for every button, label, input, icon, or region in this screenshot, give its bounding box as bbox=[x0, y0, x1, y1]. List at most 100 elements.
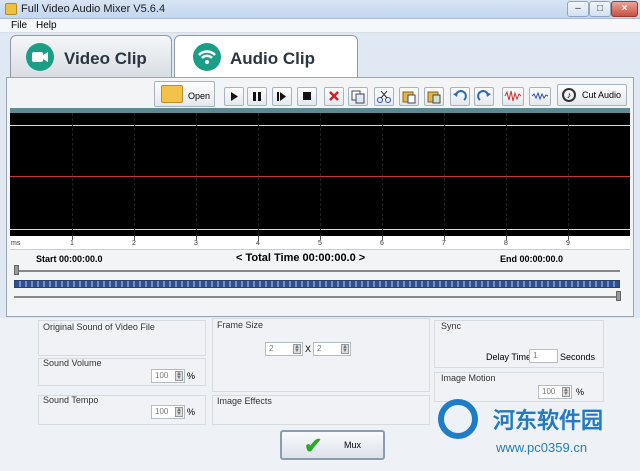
menu-file[interactable]: File bbox=[11, 20, 27, 31]
sound-tempo-title: Sound Tempo bbox=[43, 395, 99, 405]
start-slider-thumb[interactable] bbox=[14, 265, 19, 275]
paste-special-icon bbox=[427, 91, 441, 104]
paste-button[interactable] bbox=[399, 87, 419, 106]
step-button[interactable] bbox=[272, 87, 292, 106]
mux-label: Mux bbox=[344, 440, 362, 450]
tab-video-clip[interactable]: Video Clip bbox=[10, 35, 172, 77]
undo-button[interactable] bbox=[450, 87, 470, 106]
spinner-arrows-icon[interactable]: ▲ ▼ bbox=[293, 344, 301, 354]
stop-icon bbox=[303, 92, 311, 100]
watermark-logo-icon bbox=[438, 399, 478, 439]
sound-volume-percent: % bbox=[187, 371, 196, 381]
delay-time-value: 1 bbox=[533, 351, 538, 360]
waveform-blue-icon bbox=[531, 91, 549, 101]
frame-height-spinner[interactable]: 2 ▲ ▼ bbox=[313, 342, 351, 356]
ruler-label: 9 bbox=[566, 240, 570, 247]
ruler-label: 5 bbox=[318, 240, 322, 247]
checkmark-icon: ✔ bbox=[304, 433, 323, 458]
image-motion-value: 100 bbox=[542, 387, 556, 396]
original-sound-title: Original Sound of Video File bbox=[43, 322, 155, 332]
mux-button[interactable]: ✔ Mux bbox=[280, 430, 385, 460]
end-slider-track[interactable] bbox=[14, 296, 620, 298]
close-button[interactable]: × bbox=[611, 1, 638, 17]
spinner-arrows-icon[interactable]: ▲ ▼ bbox=[341, 344, 349, 354]
ruler-label: 2 bbox=[132, 240, 136, 247]
scissors-icon bbox=[377, 90, 391, 103]
waveform-red-icon bbox=[504, 90, 522, 102]
watermark-name: 河东软件园 bbox=[493, 408, 604, 433]
app-icon bbox=[5, 3, 17, 15]
sound-tempo-spinner[interactable]: 100 ▲ ▼ bbox=[151, 405, 185, 419]
waveform-display[interactable] bbox=[10, 108, 630, 236]
wifi-icon bbox=[193, 43, 221, 71]
frame-width-value: 2 bbox=[269, 344, 274, 353]
ruler-label: 4 bbox=[256, 240, 260, 247]
sound-volume-value: 100 bbox=[155, 371, 169, 380]
watermark-url: www.pc0359.cn bbox=[496, 440, 588, 455]
frame-height-value: 2 bbox=[317, 344, 322, 353]
spinner-arrows-icon[interactable]: ▲ ▼ bbox=[175, 371, 183, 381]
delay-unit-label: Seconds bbox=[560, 352, 596, 362]
redo-icon bbox=[477, 90, 491, 101]
sound-tempo-value: 100 bbox=[155, 407, 169, 416]
ruler-label: 6 bbox=[380, 240, 384, 247]
grid-line bbox=[506, 113, 507, 236]
copy-icon bbox=[351, 90, 365, 104]
cut-button[interactable] bbox=[374, 87, 394, 106]
open-label: Open bbox=[188, 91, 211, 101]
spinner-arrows-icon[interactable]: ▲ ▼ bbox=[175, 407, 183, 417]
image-effects-group: Image Effects bbox=[212, 395, 430, 425]
play-icon bbox=[231, 92, 238, 101]
total-time: < Total Time 00:00:00.0 > bbox=[236, 252, 366, 264]
grid-line bbox=[568, 113, 569, 236]
sound-volume-spinner[interactable]: 100 ▲ ▼ bbox=[151, 369, 185, 383]
delete-icon bbox=[329, 91, 339, 101]
paste-icon bbox=[402, 91, 416, 104]
tab-video-label: Video Clip bbox=[64, 49, 147, 68]
pause-button[interactable] bbox=[247, 87, 267, 106]
grid-line bbox=[196, 113, 197, 236]
image-motion-title: Image Motion bbox=[441, 373, 496, 383]
step-icon bbox=[277, 92, 286, 101]
grid-line bbox=[320, 113, 321, 236]
image-effects-title: Image Effects bbox=[217, 396, 272, 406]
grid-line bbox=[444, 113, 445, 236]
stop-button[interactable] bbox=[297, 87, 317, 106]
minimize-button[interactable]: – bbox=[567, 1, 589, 17]
frame-times-label: X bbox=[305, 344, 312, 354]
menu-help[interactable]: Help bbox=[36, 20, 57, 31]
end-slider-thumb[interactable] bbox=[616, 291, 621, 301]
spinner-arrows-icon[interactable]: ▲ ▼ bbox=[562, 387, 570, 397]
pause-icon bbox=[253, 92, 261, 101]
waveform-red-button[interactable] bbox=[502, 87, 524, 106]
open-button[interactable]: Open bbox=[154, 81, 215, 107]
sound-tempo-percent: % bbox=[187, 407, 196, 417]
grid-line bbox=[258, 113, 259, 236]
waveform-blue-button[interactable] bbox=[529, 87, 551, 106]
start-time: Start 00:00:00.0 bbox=[36, 254, 103, 264]
ruler-label: 8 bbox=[504, 240, 508, 247]
delay-time-input[interactable]: 1 bbox=[529, 349, 558, 363]
grid-line bbox=[382, 113, 383, 236]
copy-button[interactable] bbox=[348, 87, 368, 106]
folder-icon bbox=[161, 85, 183, 103]
frame-width-spinner[interactable]: 2 ▲ ▼ bbox=[265, 342, 303, 356]
play-button[interactable] bbox=[224, 87, 244, 106]
menu-bar: File Help bbox=[0, 19, 640, 33]
redo-button[interactable] bbox=[474, 87, 494, 106]
time-ruler: ms 1 2 3 4 5 6 7 8 9 bbox=[10, 236, 630, 250]
sync-title: Sync bbox=[441, 321, 462, 331]
image-motion-percent: % bbox=[576, 387, 585, 397]
paste-special-button[interactable] bbox=[424, 87, 444, 106]
camera-icon bbox=[26, 43, 54, 71]
grid-line bbox=[134, 113, 135, 236]
tab-audio-clip[interactable]: Audio Clip bbox=[174, 35, 358, 79]
ruler-label: 7 bbox=[442, 240, 446, 247]
maximize-button[interactable]: □ bbox=[589, 1, 611, 17]
delete-button[interactable] bbox=[324, 87, 344, 106]
cut-audio-button[interactable]: ♪ Cut Audio bbox=[557, 84, 627, 106]
start-slider-track[interactable] bbox=[14, 270, 620, 272]
music-note-icon: ♪ bbox=[562, 88, 576, 102]
delay-time-label: Delay Time bbox=[486, 352, 532, 362]
grid-line bbox=[72, 113, 73, 236]
